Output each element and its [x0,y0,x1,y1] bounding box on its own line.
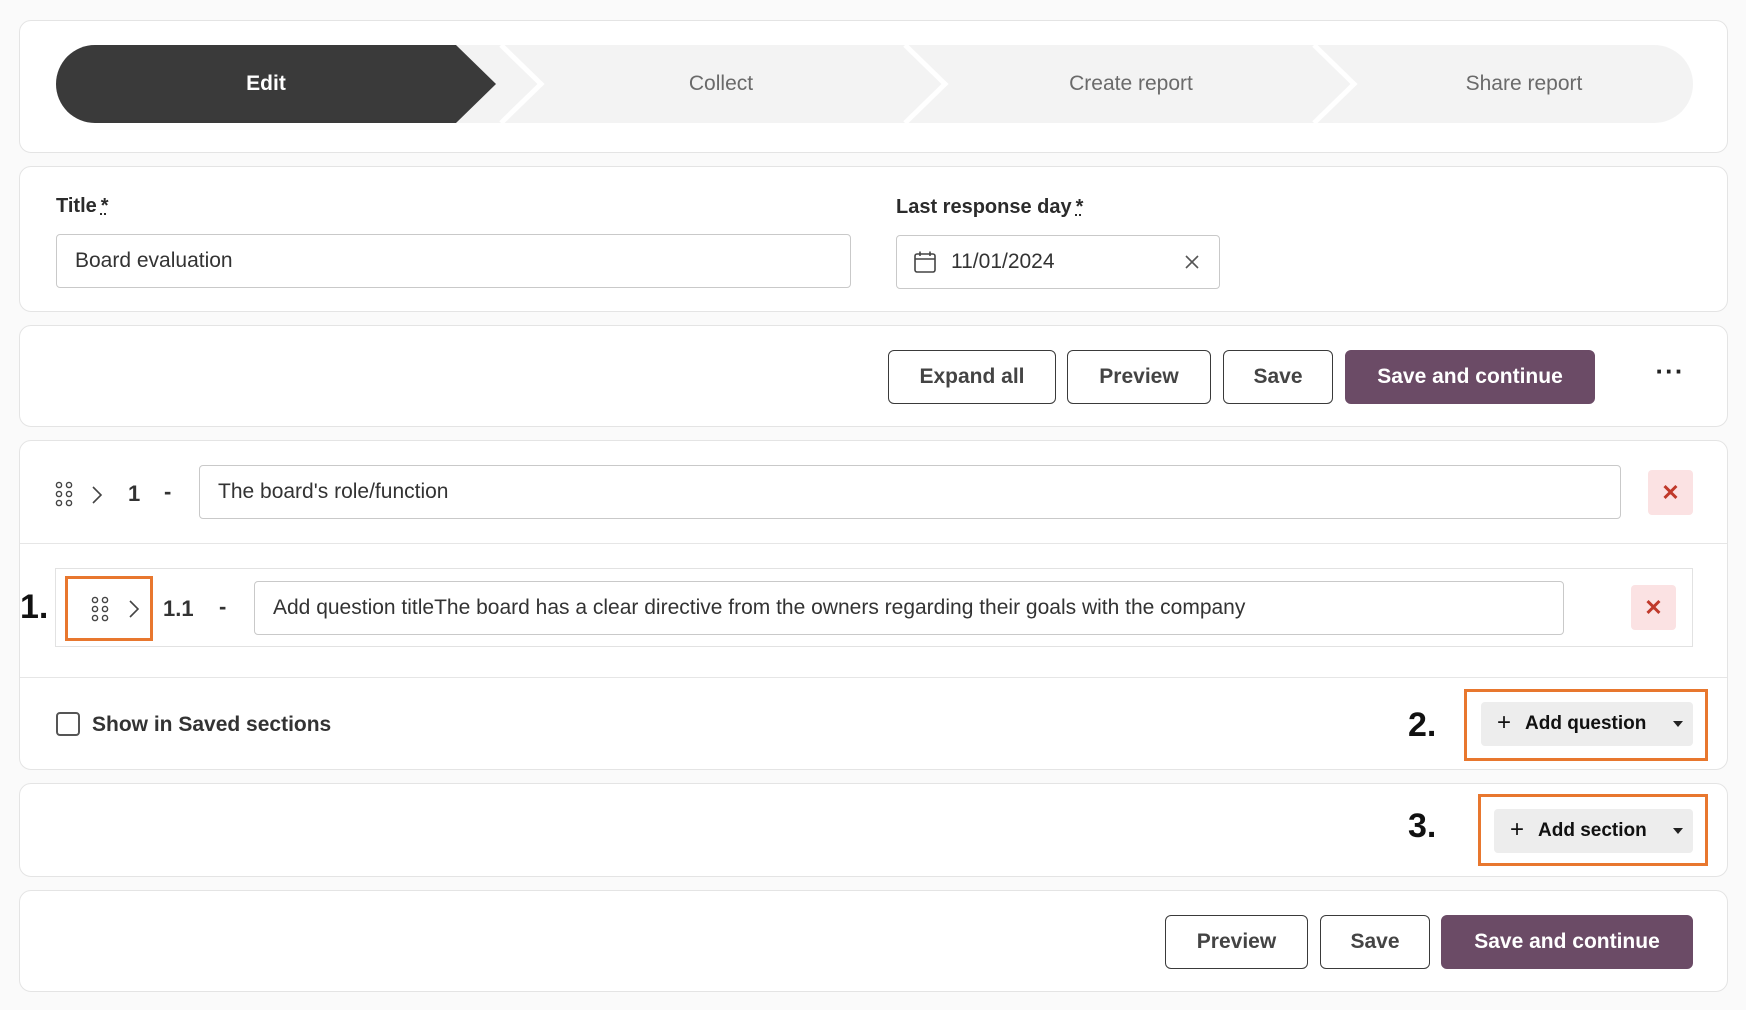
question-number: 1.1 [163,596,194,621]
delete-question-button[interactable]: ✕ [1631,585,1676,630]
step-collect[interactable]: Collect [536,45,906,123]
last-response-day-picker[interactable]: 11/01/2024 [896,235,1220,289]
divider [20,543,1727,544]
step-create-report[interactable]: Create report [946,45,1316,123]
date-value[interactable]: 11/01/2024 [951,236,1055,288]
section-number: 1 [128,481,141,506]
close-icon: ✕ [1644,595,1663,620]
preview-button[interactable]: Preview [1067,350,1211,404]
required-mark: * [1075,196,1084,218]
step-share-report[interactable]: Share report [1354,45,1694,123]
footer-save-button[interactable]: Save [1320,915,1430,969]
calendar-icon [914,251,936,273]
show-in-saved-sections-label[interactable]: Show in Saved sections [92,713,331,737]
clear-date-icon[interactable] [1183,253,1201,271]
footer-save-and-continue-button[interactable]: Save and continue [1441,915,1693,969]
section-dash: - [164,479,172,504]
progress-stepper-card: Edit Collect Create report Share report [19,20,1728,153]
annotation-2-highlight [1464,689,1708,761]
section-title-input[interactable] [199,465,1621,519]
annotation-2-label: 2. [1408,706,1437,744]
title-label: Title * [56,195,109,218]
progress-stepper: Edit Collect Create report Share report [56,45,1693,123]
show-in-saved-sections-checkbox[interactable] [56,712,80,736]
delete-section-button[interactable]: ✕ [1648,470,1693,515]
required-mark: * [100,195,109,217]
drag-handle-icon[interactable] [54,481,74,507]
footer-preview-button[interactable]: Preview [1165,915,1308,969]
annotation-3-highlight [1478,794,1708,866]
question-row: 1.1 - ✕ [55,568,1693,647]
save-and-continue-button[interactable]: Save and continue [1345,350,1595,404]
annotation-1-label: 1. [20,588,49,626]
more-options-icon[interactable]: ··· [1650,358,1690,392]
close-icon: ✕ [1661,480,1680,505]
last-response-day-label: Last response day * [896,196,1083,219]
details-form-card: Title* Last response day* 11/01/2024 [19,166,1728,312]
chevron-right-icon[interactable] [90,485,104,505]
question-dash: - [219,594,227,619]
last-response-day-label-text: Last response day [896,196,1072,218]
divider [20,677,1727,678]
add-section-card: + Add section [19,783,1728,877]
annotation-1-highlight [65,576,153,641]
question-title-input[interactable] [254,581,1564,635]
editor-toolbar-card: Expand all Preview Save Save and continu… [19,325,1728,427]
footer-actions-card: Preview Save Save and continue [19,890,1728,992]
title-label-text: Title [56,195,97,217]
title-input[interactable] [56,234,851,288]
expand-all-button[interactable]: Expand all [888,350,1056,404]
annotation-3-label: 3. [1408,807,1437,845]
step-edit[interactable]: Edit [56,45,476,123]
save-button[interactable]: Save [1223,350,1333,404]
